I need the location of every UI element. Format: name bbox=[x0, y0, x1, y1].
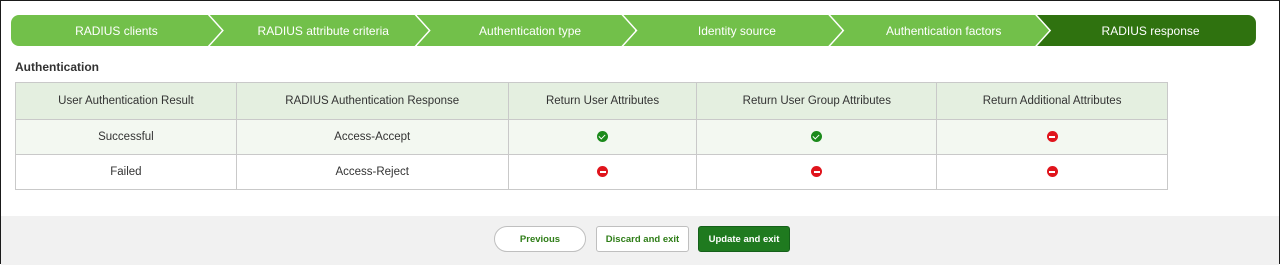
step-label: RADIUS clients bbox=[75, 23, 158, 38]
step-identity-source[interactable]: Identity source bbox=[623, 15, 842, 46]
cell-additional-attributes bbox=[936, 154, 1168, 190]
step-authentication-factors[interactable]: Authentication factors bbox=[830, 15, 1049, 46]
step-radius-attribute-criteria[interactable]: RADIUS attribute criteria bbox=[210, 15, 429, 46]
discard-and-exit-button[interactable]: Discard and exit bbox=[596, 226, 689, 252]
section-title: Authentication bbox=[15, 60, 99, 74]
cell-result: Successful bbox=[15, 119, 237, 155]
minus-circle-icon bbox=[1046, 166, 1058, 178]
minus-circle-icon bbox=[1046, 131, 1058, 143]
step-label: RADIUS response bbox=[1101, 23, 1200, 38]
step-radius-response[interactable]: RADIUS response bbox=[1037, 15, 1256, 46]
cell-additional-attributes bbox=[936, 119, 1168, 155]
authentication-table: User Authentication Result RADIUS Authen… bbox=[15, 82, 1168, 190]
step-radius-clients[interactable]: RADIUS clients bbox=[11, 15, 222, 46]
header-return-user-group-attributes: Return User Group Attributes bbox=[696, 82, 938, 120]
header-radius-authentication-response: RADIUS Authentication Response bbox=[235, 82, 509, 120]
previous-button[interactable]: Previous bbox=[494, 226, 586, 252]
table-row: Successful Access-Accept bbox=[15, 119, 1168, 155]
step-label: Authentication factors bbox=[886, 23, 1002, 38]
wizard-stepper: RADIUS clients RADIUS attribute criteria… bbox=[11, 15, 1256, 46]
update-and-exit-button[interactable]: Update and exit bbox=[698, 226, 790, 252]
step-authentication-type[interactable]: Authentication type bbox=[417, 15, 636, 46]
step-label: RADIUS attribute criteria bbox=[257, 23, 389, 38]
header-return-additional-attributes: Return Additional Attributes bbox=[936, 82, 1168, 120]
cell-group-attributes bbox=[696, 119, 938, 155]
cell-user-attributes bbox=[507, 154, 698, 190]
header-return-user-attributes: Return User Attributes bbox=[507, 82, 698, 120]
cell-group-attributes bbox=[696, 154, 938, 190]
minus-circle-icon bbox=[811, 166, 823, 178]
header-user-authentication-result: User Authentication Result bbox=[15, 82, 237, 120]
cell-user-attributes bbox=[507, 119, 698, 155]
table-header-row: User Authentication Result RADIUS Authen… bbox=[15, 82, 1168, 120]
step-label: Authentication type bbox=[479, 23, 582, 38]
check-icon bbox=[597, 131, 608, 143]
cell-result: Failed bbox=[15, 154, 237, 190]
cell-response: Access-Reject bbox=[235, 154, 509, 190]
step-label: Identity source bbox=[697, 23, 776, 38]
footer-bar: Previous Discard and exit Update and exi… bbox=[1, 216, 1279, 265]
check-icon bbox=[811, 131, 823, 143]
minus-circle-icon bbox=[597, 166, 608, 178]
table-row: Failed Access-Reject bbox=[15, 154, 1168, 190]
cell-response: Access-Accept bbox=[235, 119, 509, 155]
